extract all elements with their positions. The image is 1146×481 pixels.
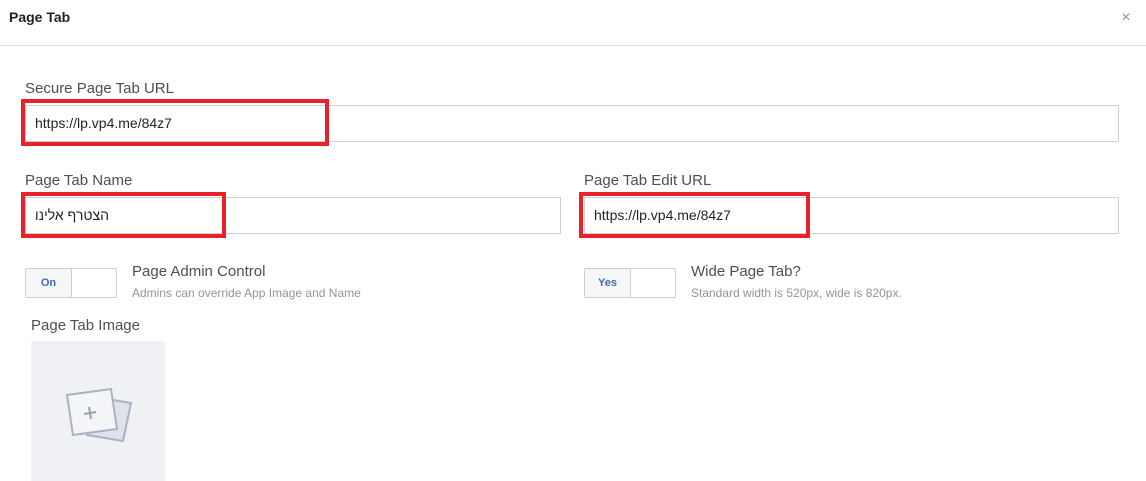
tab-name-label: Page Tab Name <box>25 172 133 189</box>
close-icon[interactable]: × <box>1118 10 1134 26</box>
wide-tab-toggle-label: Yes <box>585 269 631 297</box>
secure-url-value: https://lp.vp4.me/84z7 <box>35 115 172 131</box>
secure-url-label: Secure Page Tab URL <box>25 80 174 97</box>
edit-url-input[interactable]: https://lp.vp4.me/84z7 <box>584 197 1119 234</box>
dialog-title: Page Tab <box>9 9 71 25</box>
wide-tab-title: Wide Page Tab? <box>691 263 801 280</box>
admin-control-toggle-label: On <box>26 269 72 297</box>
tab-name-input[interactable]: הצטרף אלינו <box>25 197 561 234</box>
dialog-header: Page Tab × <box>0 0 1146 46</box>
admin-control-subtitle: Admins can override App Image and Name <box>132 286 361 300</box>
wide-tab-toggle[interactable]: Yes <box>584 268 676 298</box>
admin-control-title: Page Admin Control <box>132 263 266 280</box>
admin-control-toggle[interactable]: On <box>25 268 117 298</box>
edit-url-label: Page Tab Edit URL <box>584 172 712 189</box>
tab-image-label: Page Tab Image <box>31 317 140 334</box>
tab-image-upload[interactable] <box>31 341 165 481</box>
tab-name-value: הצטרף אלינו <box>35 207 109 223</box>
add-image-icon <box>65 387 133 443</box>
secure-url-input[interactable]: https://lp.vp4.me/84z7 <box>25 105 1119 142</box>
edit-url-value: https://lp.vp4.me/84z7 <box>594 207 731 223</box>
wide-tab-subtitle: Standard width is 520px, wide is 820px. <box>691 286 902 300</box>
